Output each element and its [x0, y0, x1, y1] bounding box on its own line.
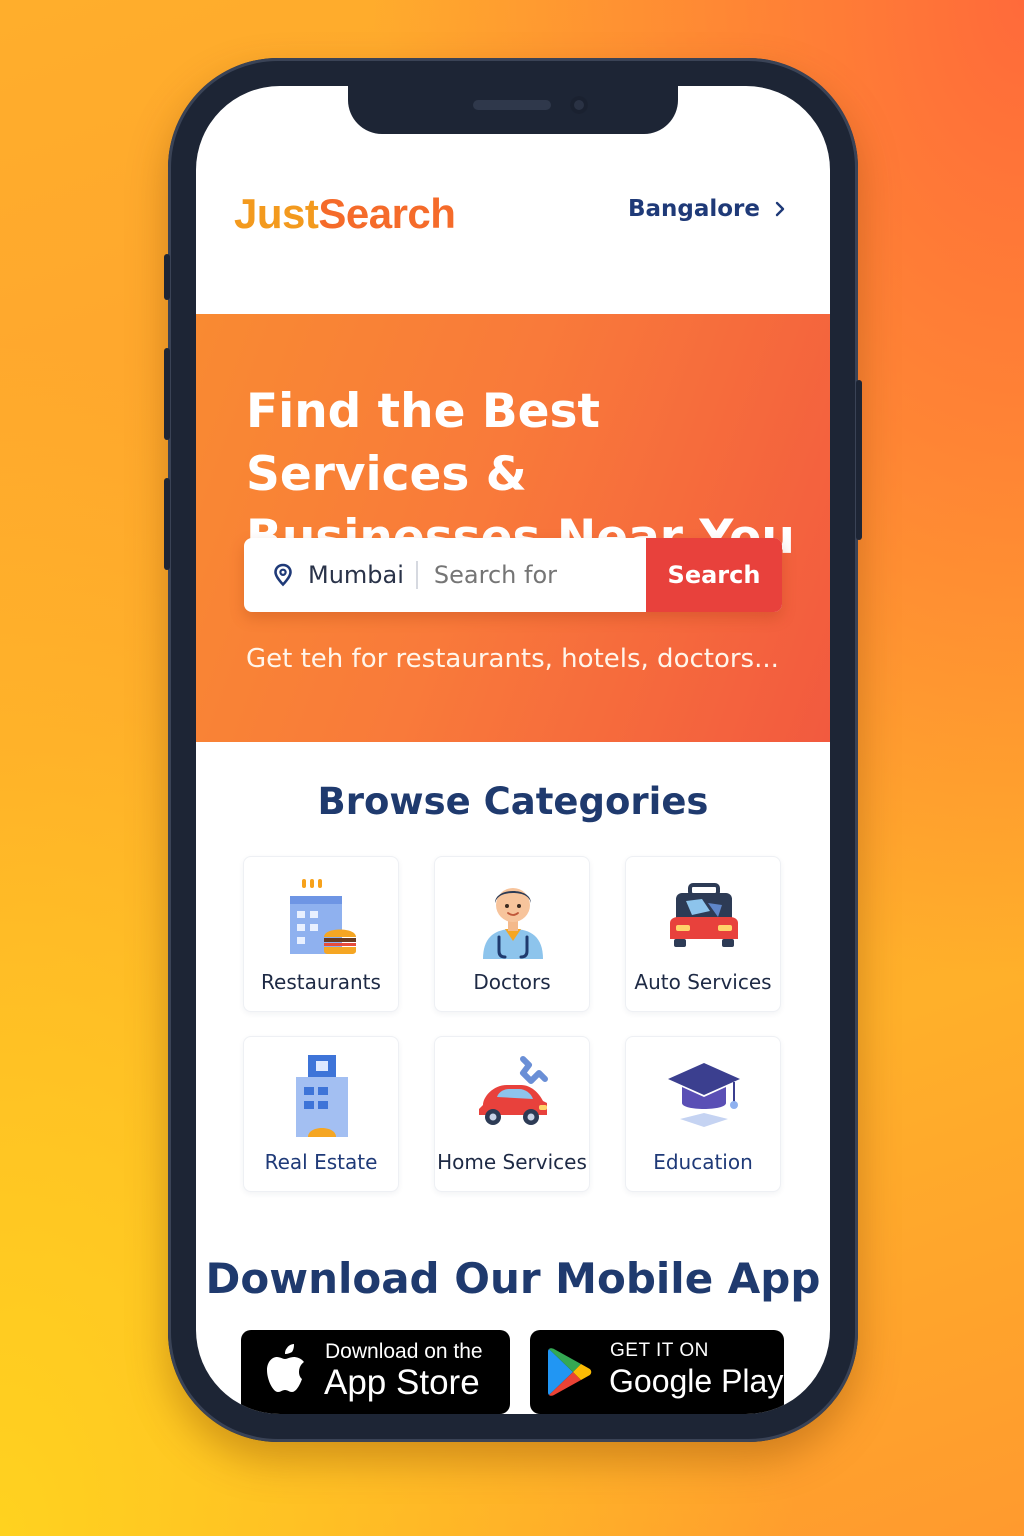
location-selector[interactable]: Mumbai [308, 561, 404, 589]
hero-banner: Find the Best Services & Businesses Near… [196, 314, 830, 742]
apple-icon [267, 1344, 304, 1392]
car-service-icon [670, 883, 738, 947]
category-auto-services[interactable]: Auto Services [625, 856, 781, 1012]
city-selector[interactable]: Bangalore [628, 196, 786, 222]
phone-screen: JustSearch Bangalore Find the Best Servi… [196, 86, 830, 1414]
category-education[interactable]: Education [625, 1036, 781, 1192]
logo-part-just: Just [234, 190, 319, 237]
logo-part-search: Search [318, 190, 456, 237]
location-pin-icon [274, 563, 292, 587]
category-home-services[interactable]: Home Services [434, 1036, 590, 1192]
restaurant-building-icon [290, 879, 356, 954]
mute-switch [164, 254, 170, 300]
categories-title: Browse Categories [317, 780, 709, 823]
speaker [473, 100, 551, 110]
notch [348, 86, 678, 134]
category-real-estate[interactable]: Real Estate [243, 1036, 399, 1192]
graduation-cap-icon [668, 1063, 740, 1127]
search-input[interactable] [433, 561, 634, 589]
hero-subtitle: Get teh for restaurants, hotels, doctors… [246, 644, 779, 674]
volume-down-button [164, 478, 170, 570]
search-bar: Mumbai Search [244, 538, 782, 612]
search-button[interactable]: Search [646, 538, 782, 612]
search-divider [415, 561, 418, 589]
category-restaurants[interactable]: Restaurants [243, 856, 399, 1012]
category-label: Doctors [473, 970, 551, 994]
car-wrench-icon [479, 1056, 548, 1125]
category-doctors[interactable]: Doctors [434, 856, 590, 1012]
front-camera [570, 96, 588, 114]
phone-frame: JustSearch Bangalore Find the Best Servi… [164, 58, 862, 1442]
category-label: Restaurants [261, 970, 381, 994]
category-label: Education [653, 1150, 753, 1174]
category-label: Real Estate [264, 1150, 378, 1174]
google-play-icon [548, 1348, 592, 1396]
category-label: Home Services [437, 1150, 587, 1174]
volume-up-button [164, 348, 170, 440]
chevron-right-icon [775, 201, 785, 217]
download-title: Download Our Mobile App [205, 1254, 821, 1303]
app-logo[interactable]: JustSearch [234, 190, 456, 238]
building-icon [296, 1055, 348, 1137]
google-play-big-text: Google Play [609, 1363, 784, 1399]
app-store-big-text: App Store [324, 1363, 480, 1402]
city-label: Bangalore [627, 196, 760, 222]
app-header: JustSearch Bangalore [196, 182, 830, 316]
power-button [856, 380, 862, 540]
google-play-small-text: GET IT ON [610, 1340, 709, 1361]
category-label: Auto Services [634, 970, 772, 994]
doctor-icon [483, 888, 543, 959]
google-play-button[interactable]: GET IT ON Google Play [530, 1330, 784, 1414]
app-store-button[interactable]: Download on the App Store [241, 1330, 510, 1414]
app-store-small-text: Download on the [325, 1340, 483, 1363]
